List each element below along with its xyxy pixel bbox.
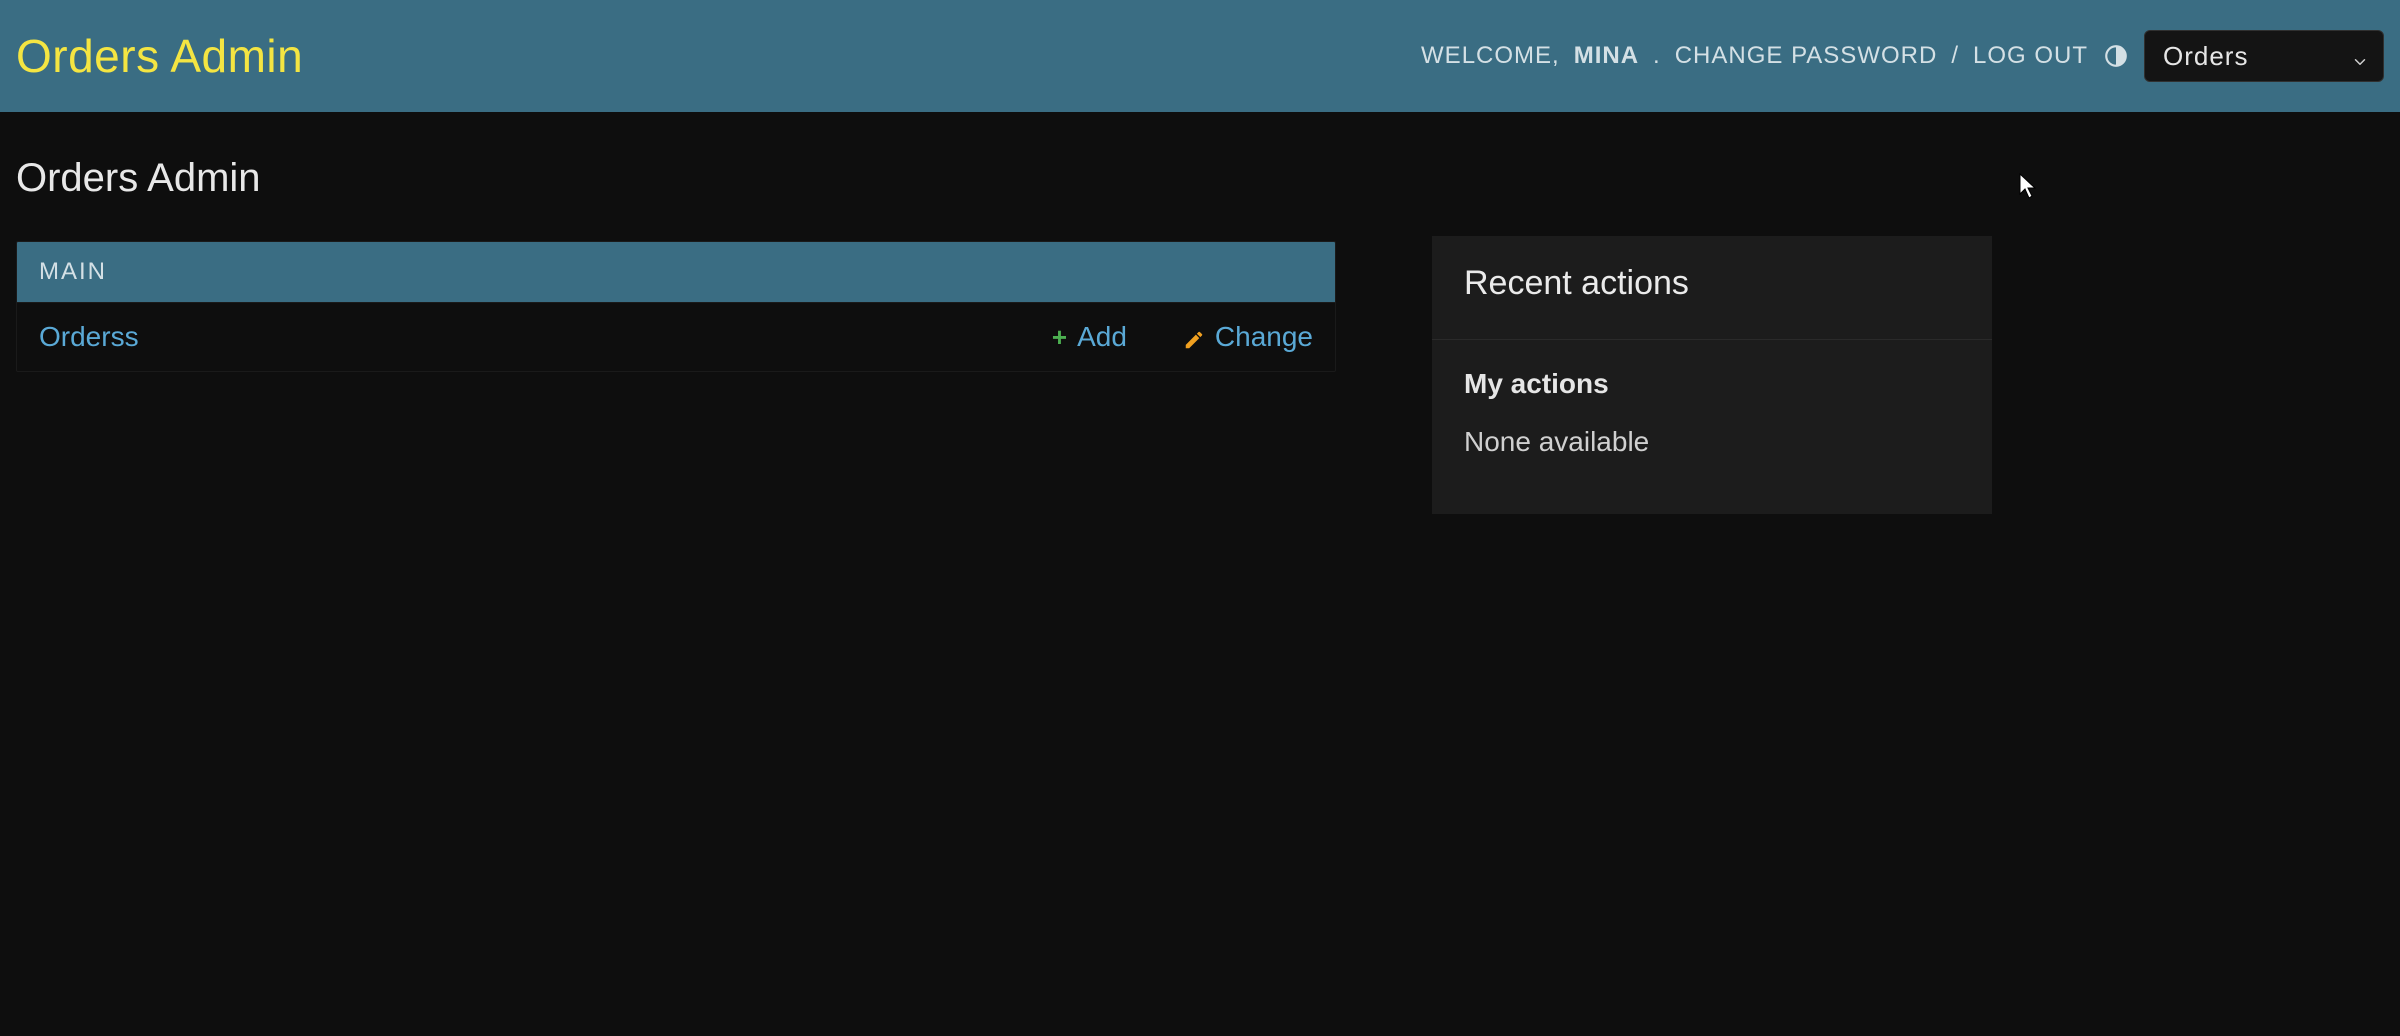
recent-actions-panel: Recent actions My actions None available [1432,236,1992,514]
divider [1432,339,1992,340]
chevron-down-icon [2351,47,2369,65]
sidebar-column: Recent actions My actions None available [1432,236,1992,514]
username-text: MINA [1574,42,1639,70]
row-actions: + Add Change [1052,321,1313,353]
site-branding[interactable]: Orders Admin [16,29,303,83]
recent-actions-title: Recent actions [1464,264,1960,303]
add-link[interactable]: + Add [1052,321,1127,353]
change-password-link[interactable]: CHANGE PASSWORD [1675,42,1938,70]
welcome-suffix: . [1653,42,1661,70]
my-actions-heading: My actions [1464,368,1960,400]
logout-link[interactable]: LOG OUT [1973,42,2088,70]
main-column: Orders Admin MAIN Orderss + Add [16,136,1336,514]
site-select-value: Orders [2163,41,2248,72]
app-module: MAIN Orderss + Add Change [16,241,1336,372]
model-row: Orderss + Add Change [17,302,1335,371]
separator-slash: / [1951,42,1959,70]
welcome-text: WELCOME, [1421,42,1560,70]
site-select-dropdown[interactable]: Orders [2144,30,2384,82]
app-module-header[interactable]: MAIN [17,242,1335,302]
no-actions-text: None available [1464,426,1960,458]
plus-icon: + [1052,324,1067,350]
model-link-orderss[interactable]: Orderss [39,321,139,353]
pencil-icon [1183,326,1205,348]
change-link[interactable]: Change [1183,321,1313,353]
header-bar: Orders Admin WELCOME, MINA . CHANGE PASS… [0,0,2400,112]
add-link-label: Add [1077,321,1127,353]
page-title: Orders Admin [16,156,1336,201]
theme-toggle-icon[interactable] [2102,42,2130,70]
content-area: Orders Admin MAIN Orderss + Add [0,112,2400,514]
change-link-label: Change [1215,321,1313,353]
user-tools: WELCOME, MINA . CHANGE PASSWORD / LOG OU… [1421,30,2384,82]
